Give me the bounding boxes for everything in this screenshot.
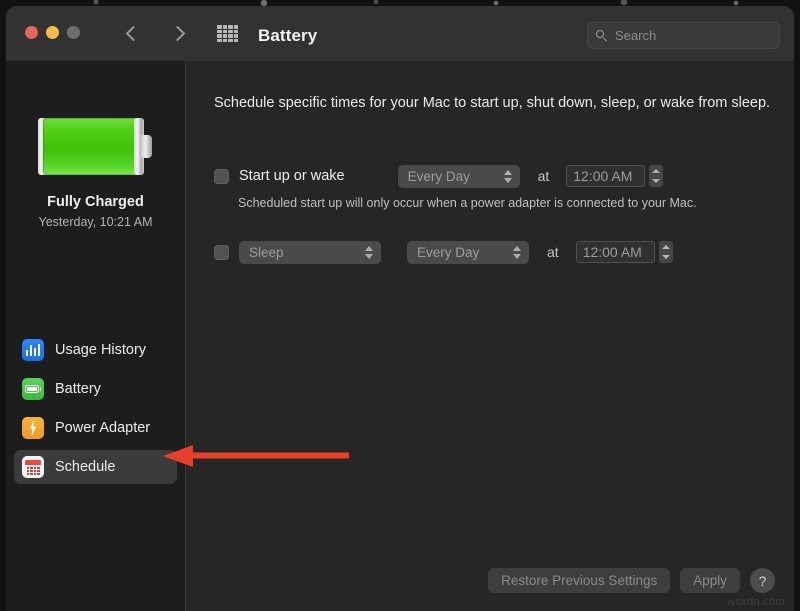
sleep-row: Sleep Every Day at 12:00 AM [214, 240, 673, 264]
zoom-button[interactable] [67, 26, 80, 39]
sidebar-item-usage-history[interactable]: Usage History [14, 333, 177, 367]
sidebar-item-label: Schedule [55, 459, 115, 475]
chevron-left-icon [125, 25, 141, 41]
sidebar-item-label: Battery [55, 381, 101, 397]
window-toolbar: Battery Search [6, 6, 794, 61]
chevron-updown-icon [504, 169, 513, 184]
battery-full-graphic [38, 118, 152, 175]
sidebar-item-schedule[interactable]: Schedule [14, 450, 177, 484]
close-button[interactable] [25, 26, 38, 39]
system-preferences-window: Battery Search Fully Charged Yesterday, … [6, 6, 794, 611]
apply-button[interactable]: Apply [680, 568, 740, 593]
sleep-at-label: at [547, 244, 559, 260]
forward-button[interactable] [164, 20, 190, 46]
sidebar-item-power-adapter[interactable]: Power Adapter [14, 411, 177, 445]
grid-apps-icon[interactable] [217, 25, 238, 42]
back-button[interactable] [120, 20, 146, 46]
content-pane: Schedule specific times for your Mac to … [186, 61, 794, 611]
search-placeholder: Search [615, 28, 656, 43]
sleep-time-field[interactable]: 12:00 AM [576, 241, 655, 263]
sleep-action-value: Sleep [249, 245, 284, 260]
startup-day-popup[interactable]: Every Day [398, 165, 520, 188]
watermark: wsxdn.com [727, 596, 785, 608]
traffic-light-controls [25, 26, 80, 39]
startup-day-value: Every Day [408, 169, 470, 184]
page-title: Battery [258, 26, 317, 46]
startup-time-value: 12:00 AM [573, 168, 632, 184]
sleep-day-popup[interactable]: Every Day [407, 241, 529, 264]
power-adapter-icon [22, 417, 44, 439]
battery-status-timestamp: Yesterday, 10:21 AM [6, 215, 185, 229]
chevron-right-icon [169, 25, 185, 41]
search-icon [596, 30, 608, 42]
startup-or-wake-checkbox[interactable] [214, 169, 229, 184]
usage-history-icon [22, 339, 44, 361]
battery-status-label: Fully Charged [6, 194, 185, 210]
startup-helper-text: Scheduled start up will only occur when … [238, 196, 697, 210]
footer-actions: Restore Previous Settings Apply ? [186, 568, 794, 593]
search-field[interactable]: Search [587, 22, 780, 49]
sleep-day-value: Every Day [417, 245, 479, 260]
sidebar-item-label: Usage History [55, 342, 146, 358]
chevron-updown-icon [513, 245, 522, 260]
intro-description: Schedule specific times for your Mac to … [214, 93, 774, 114]
startup-or-wake-row: Start up or wake Every Day at 12:00 AM [214, 164, 663, 188]
sidebar-item-battery[interactable]: Battery [14, 372, 177, 406]
battery-icon [22, 378, 44, 400]
sleep-action-popup[interactable]: Sleep [239, 241, 381, 264]
sidebar: Fully Charged Yesterday, 10:21 AM Usage … [6, 61, 186, 611]
restore-previous-settings-button[interactable]: Restore Previous Settings [488, 568, 670, 593]
sidebar-item-label: Power Adapter [55, 420, 150, 436]
startup-or-wake-label: Start up or wake [239, 168, 345, 184]
sidebar-list: Usage History Battery Power Adapter [6, 333, 185, 489]
sleep-time-value: 12:00 AM [583, 244, 642, 260]
schedule-icon [22, 456, 44, 478]
sleep-time-stepper[interactable] [659, 241, 673, 263]
startup-time-field[interactable]: 12:00 AM [566, 165, 645, 187]
startup-at-label: at [538, 168, 550, 184]
sleep-checkbox[interactable] [214, 245, 229, 260]
startup-time-stepper[interactable] [649, 165, 663, 187]
chevron-updown-icon [365, 245, 374, 260]
minimize-button[interactable] [46, 26, 59, 39]
help-button[interactable]: ? [750, 568, 775, 593]
